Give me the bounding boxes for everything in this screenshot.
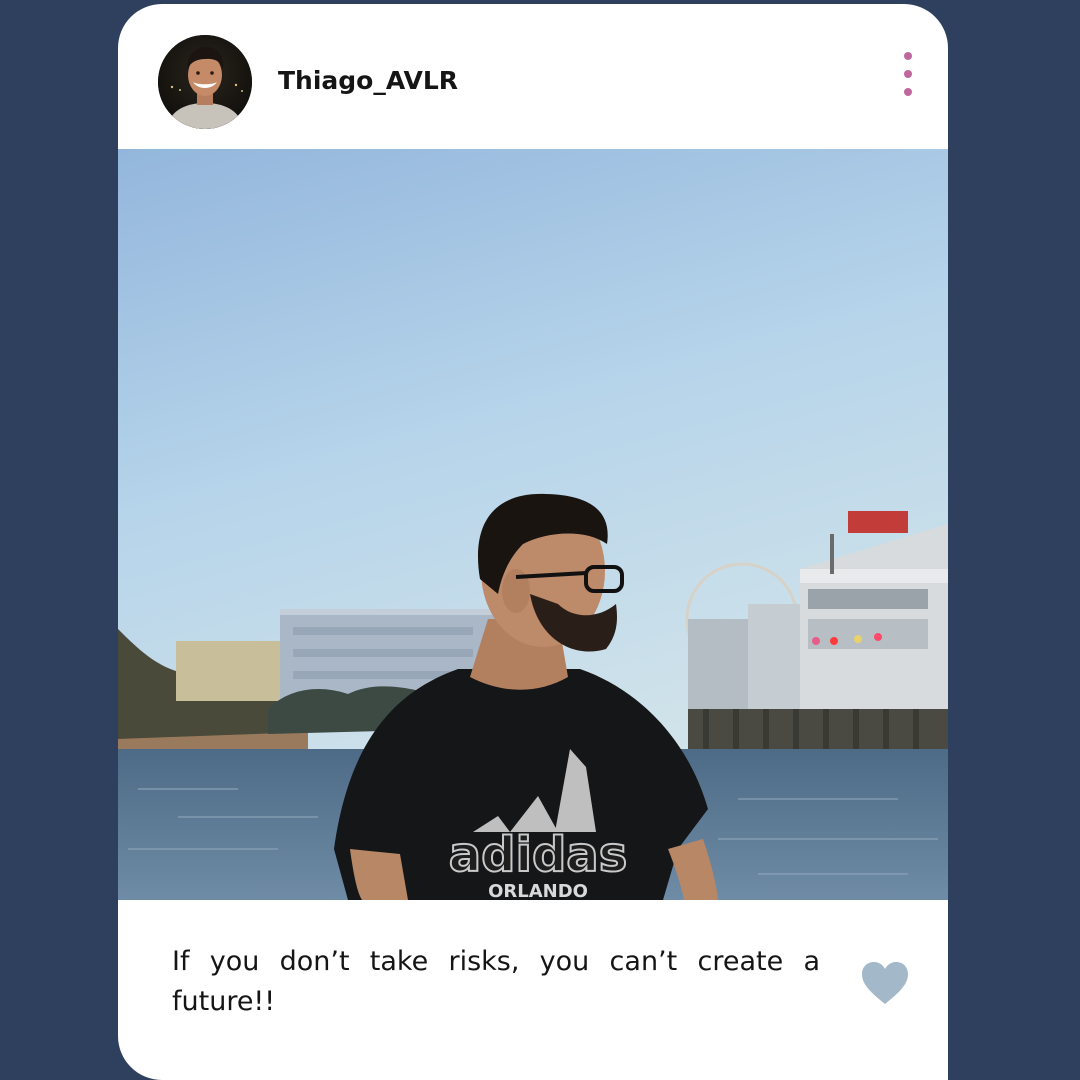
shirt-city-text: ORLANDO: [488, 881, 588, 900]
post-header: Thiago_AVLR: [118, 4, 948, 149]
heart-icon: [862, 962, 908, 1004]
username[interactable]: Thiago_AVLR: [278, 66, 458, 95]
post-photo[interactable]: adidas ORLANDO: [118, 149, 948, 900]
shirt-brand-text: adidas: [449, 827, 628, 883]
photo-scene: adidas ORLANDO: [118, 149, 948, 900]
menu-dot-icon: [904, 70, 912, 78]
like-button[interactable]: [860, 960, 910, 1006]
caption-area: If you don’t take risks, you can’t creat…: [118, 900, 948, 1080]
avatar[interactable]: [158, 35, 252, 129]
menu-dot-icon: [904, 52, 912, 60]
menu-dot-icon: [904, 88, 912, 96]
post-card: Thiago_AVLR adidas ORLANDO If you don’t …: [118, 4, 948, 1080]
post-caption: If you don’t take risks, you can’t creat…: [172, 946, 820, 1017]
avatar-photo: [158, 35, 252, 129]
more-options-button[interactable]: [894, 48, 922, 104]
